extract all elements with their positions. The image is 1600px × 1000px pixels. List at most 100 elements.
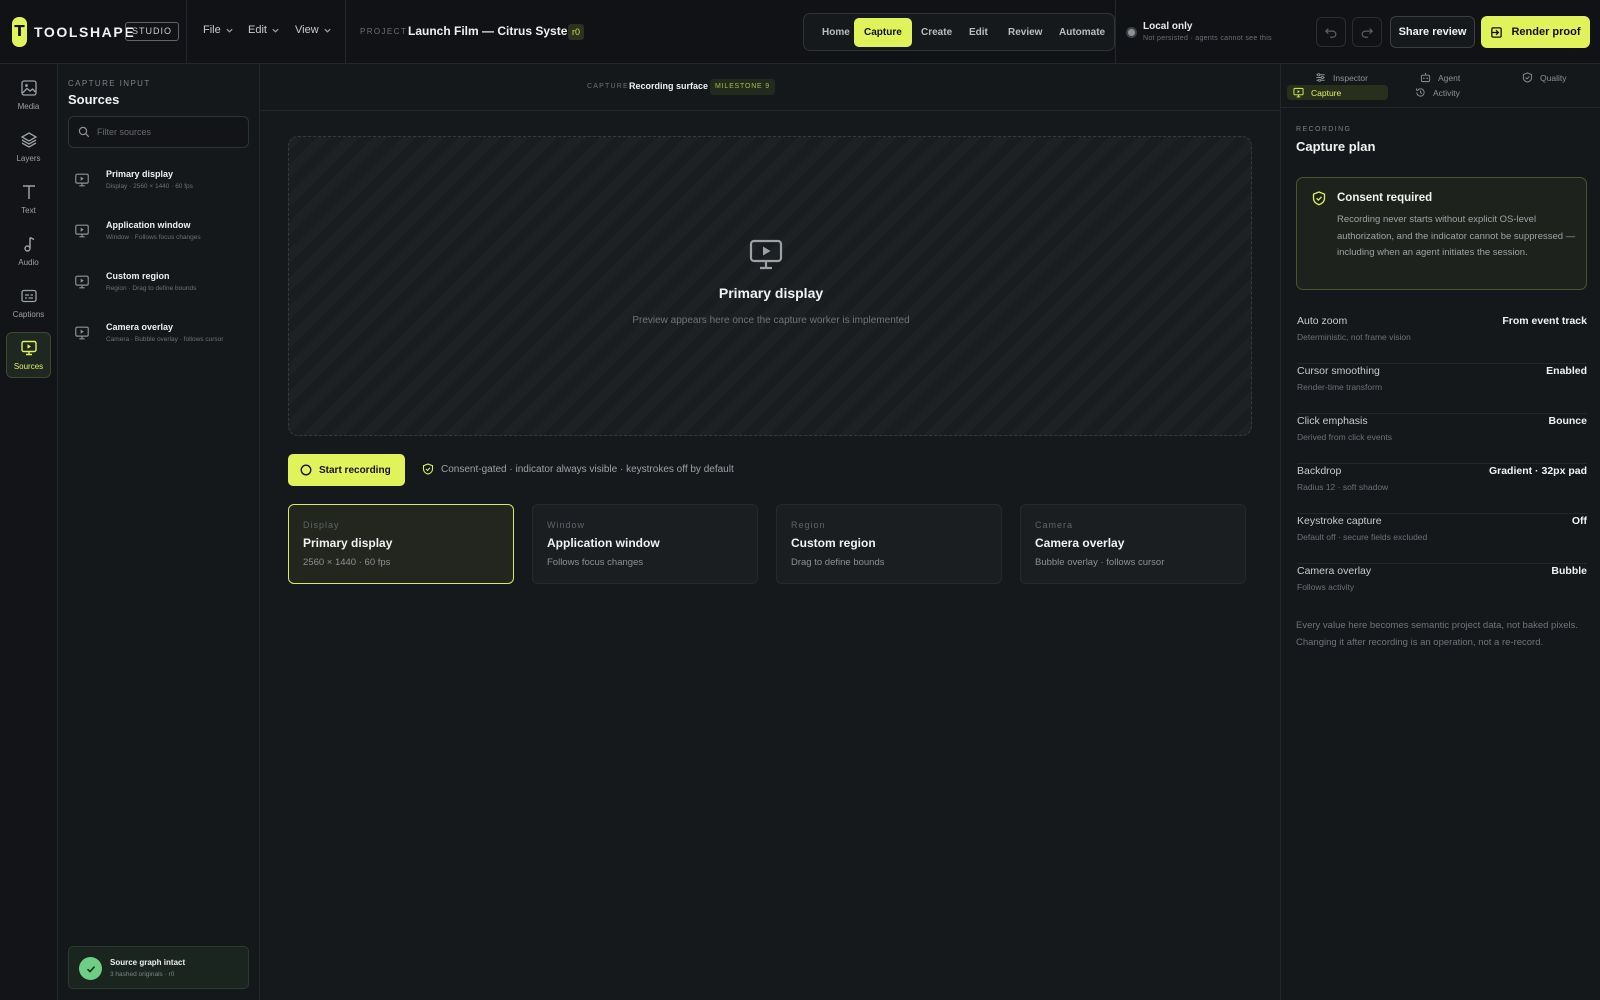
- source-card-camera[interactable]: Camera Camera overlay Bubble overlay · f…: [1020, 504, 1246, 584]
- render-proof-label: Render proof: [1511, 26, 1581, 38]
- image-icon: [20, 80, 37, 96]
- source-card-region[interactable]: Region Custom region Drag to define boun…: [776, 504, 1002, 584]
- source-card-display[interactable]: Display Primary display 2560 × 1440 · 60…: [288, 504, 514, 584]
- setting-value[interactable]: Enabled: [1546, 365, 1587, 377]
- sources-panel: CAPTURE INPUT Sources Primary display Di…: [58, 64, 260, 1000]
- card-detail: 2560 × 1440 · 60 fps: [303, 557, 391, 568]
- setting-value[interactable]: Off: [1572, 515, 1587, 527]
- setting-value[interactable]: From event track: [1502, 315, 1587, 327]
- rail-item-captions[interactable]: Captions: [6, 280, 51, 326]
- render-icon: [1491, 26, 1503, 38]
- setting-keystroke-capture[interactable]: Keystroke capture Default off · secure f…: [1297, 515, 1587, 564]
- project-name[interactable]: Launch Film — Citrus System: [408, 24, 578, 38]
- setting-description: Render-time transform: [1297, 382, 1383, 392]
- chevron-down-icon: [226, 28, 233, 33]
- preview-subtitle: Preview appears here once the capture wo…: [632, 315, 910, 326]
- tab-label: Inspector: [1333, 72, 1368, 83]
- nav-home[interactable]: Home: [812, 18, 860, 47]
- filter-sources-field[interactable]: [68, 116, 249, 148]
- divider: [345, 0, 346, 64]
- screen-play-icon: [749, 239, 783, 270]
- redo-button[interactable]: [1352, 17, 1382, 47]
- tab-inspector[interactable]: Inspector: [1309, 70, 1374, 85]
- setting-value[interactable]: Gradient · 32px pad: [1489, 465, 1587, 477]
- storage-status-dot: [1126, 27, 1137, 38]
- setting-value[interactable]: Bounce: [1548, 415, 1587, 427]
- rail-item-text[interactable]: Text: [6, 176, 51, 222]
- setting-description: Follows activity: [1297, 582, 1355, 592]
- rail-item-sources[interactable]: Sources: [6, 332, 51, 378]
- panel-kicker: CAPTURE INPUT: [68, 79, 151, 88]
- card-detail: Drag to define bounds: [791, 557, 885, 568]
- capture-workspace: CAPTURE Recording surface MILESTONE 9 Pr…: [260, 64, 1280, 1000]
- setting-click-emphasis[interactable]: Click emphasis Derived from click events…: [1297, 415, 1587, 464]
- history-icon: [1416, 88, 1425, 97]
- render-proof-button[interactable]: Render proof: [1481, 16, 1590, 48]
- storage-status-subtitle: Not persisted · agents cannot see this: [1143, 35, 1272, 42]
- chevron-down-icon: [272, 28, 279, 33]
- nav-create[interactable]: Create: [911, 18, 962, 47]
- nav-automate[interactable]: Automate: [1049, 18, 1115, 47]
- nav-capture[interactable]: Capture: [854, 18, 912, 47]
- section-kicker: RECORDING: [1296, 126, 1352, 133]
- rail-label: Audio: [18, 258, 39, 267]
- source-detail: Region · Drag to define bounds: [106, 285, 197, 292]
- consent-body: Recording never starts without explicit …: [1337, 214, 1576, 258]
- screen-play-icon: [75, 224, 89, 238]
- filter-sources-input[interactable]: [97, 127, 237, 137]
- tool-rail: Media Layers Text Audio Captions Sources: [0, 64, 58, 1000]
- rail-label: Text: [21, 206, 36, 215]
- source-item-primary-display[interactable]: Primary display Display · 2560 × 1440 · …: [74, 169, 254, 205]
- status-detail: 3 hashed originals · r0: [110, 971, 175, 978]
- tab-quality[interactable]: Quality: [1516, 70, 1572, 85]
- logo-mark: T: [12, 17, 27, 47]
- source-item-application-window[interactable]: Application window Window · Follows focu…: [74, 220, 254, 256]
- card-kicker: Camera: [1035, 520, 1074, 530]
- shield-check-icon: [1312, 191, 1326, 206]
- setting-backdrop[interactable]: Backdrop Radius 12 · soft shadow Gradien…: [1297, 465, 1587, 514]
- nav-review[interactable]: Review: [998, 18, 1052, 47]
- setting-cursor-smoothing[interactable]: Cursor smoothing Render-time transform E…: [1297, 365, 1587, 414]
- workspace-header: CAPTURE Recording surface MILESTONE 9: [260, 64, 1280, 111]
- start-recording-button[interactable]: Start recording: [288, 454, 405, 486]
- setting-camera-overlay[interactable]: Camera overlay Follows activity Bubble: [1297, 565, 1587, 614]
- rail-label: Captions: [12, 310, 45, 319]
- mode-nav: Home Capture Create Edit Review Automate: [803, 13, 1115, 51]
- consent-note: Consent-gated · indicator always visible…: [422, 463, 734, 475]
- source-item-camera-overlay[interactable]: Camera overlay Camera · Bubble overlay ·…: [74, 322, 254, 358]
- setting-value[interactable]: Bubble: [1551, 565, 1587, 577]
- setting-description: Deterministic, not frame vision: [1297, 332, 1411, 342]
- menu-edit[interactable]: Edit: [248, 24, 280, 36]
- tab-activity[interactable]: Activity: [1409, 85, 1466, 100]
- setting-description: Radius 12 · soft shadow: [1297, 482, 1389, 492]
- robot-icon: [1420, 72, 1431, 83]
- tab-agent[interactable]: Agent: [1414, 70, 1466, 85]
- nav-edit[interactable]: Edit: [959, 18, 998, 47]
- storage-status-title: Local only: [1143, 21, 1193, 32]
- tab-capture[interactable]: Capture: [1287, 85, 1388, 100]
- menu-view[interactable]: View: [295, 24, 332, 36]
- tab-label: Agent: [1438, 72, 1461, 83]
- rail-item-layers[interactable]: Layers: [6, 124, 51, 170]
- setting-auto-zoom[interactable]: Auto zoom Deterministic, not frame visio…: [1297, 315, 1587, 364]
- card-detail: Bubble overlay · follows cursor: [1035, 557, 1165, 568]
- source-name: Application window: [106, 220, 191, 230]
- rail-item-audio[interactable]: Audio: [6, 228, 51, 274]
- sliders-icon: [1316, 73, 1325, 82]
- consent-title: Consent required: [1337, 192, 1433, 204]
- music-note-icon: [23, 236, 34, 252]
- divider: [1115, 0, 1116, 64]
- source-item-custom-region[interactable]: Custom region Region · Drag to define bo…: [74, 271, 254, 307]
- source-graph-status: Source graph intact 3 hashed originals ·…: [68, 946, 249, 989]
- source-card-window[interactable]: Window Application window Follows focus …: [532, 504, 758, 584]
- menu-file[interactable]: File: [203, 24, 234, 36]
- share-review-button[interactable]: Share review: [1390, 16, 1475, 48]
- rail-item-media[interactable]: Media: [6, 72, 51, 118]
- source-name: Custom region: [106, 271, 170, 281]
- undo-button[interactable]: [1316, 17, 1346, 47]
- card-title: Custom region: [791, 536, 876, 550]
- setting-label: Cursor smoothing: [1297, 365, 1380, 377]
- source-detail: Display · 2560 × 1440 · 60 fps: [106, 183, 193, 190]
- setting-description: Derived from click events: [1297, 432, 1392, 442]
- shield-check-icon: [422, 463, 434, 475]
